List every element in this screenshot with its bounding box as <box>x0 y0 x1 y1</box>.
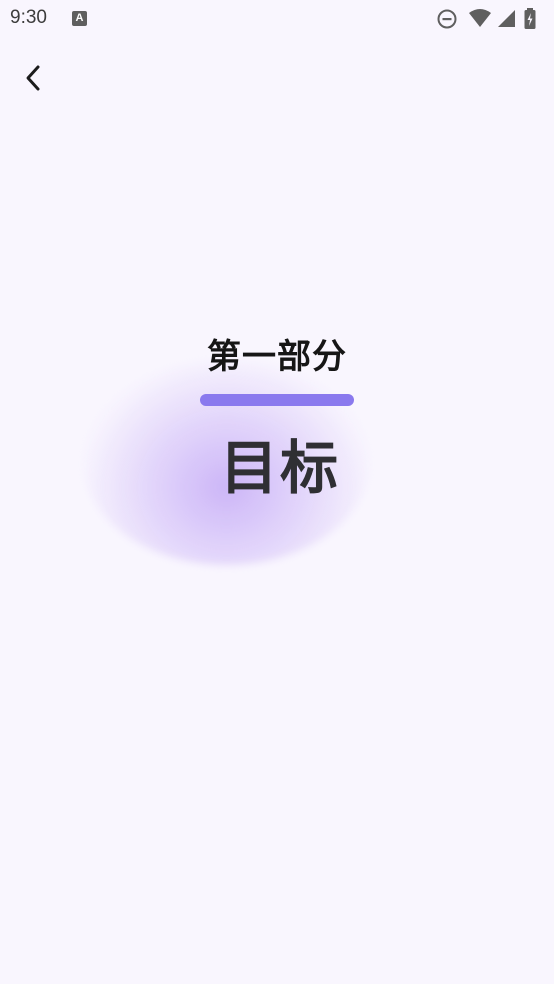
wifi-icon <box>469 9 491 27</box>
section-title: 目标 <box>219 434 340 502</box>
back-button[interactable] <box>14 58 54 98</box>
chevron-left-icon <box>26 65 40 91</box>
accent-underline <box>200 394 354 406</box>
status-bar: 9:30 A <box>0 0 554 38</box>
notification-app-icon: A <box>72 11 87 26</box>
section-label: 第一部分 <box>207 337 347 377</box>
battery-charging-icon <box>524 8 536 29</box>
status-icons <box>436 8 546 30</box>
cellular-signal-icon <box>498 10 515 27</box>
do-not-disturb-icon <box>437 9 457 29</box>
status-time: 9:30 <box>10 7 47 28</box>
